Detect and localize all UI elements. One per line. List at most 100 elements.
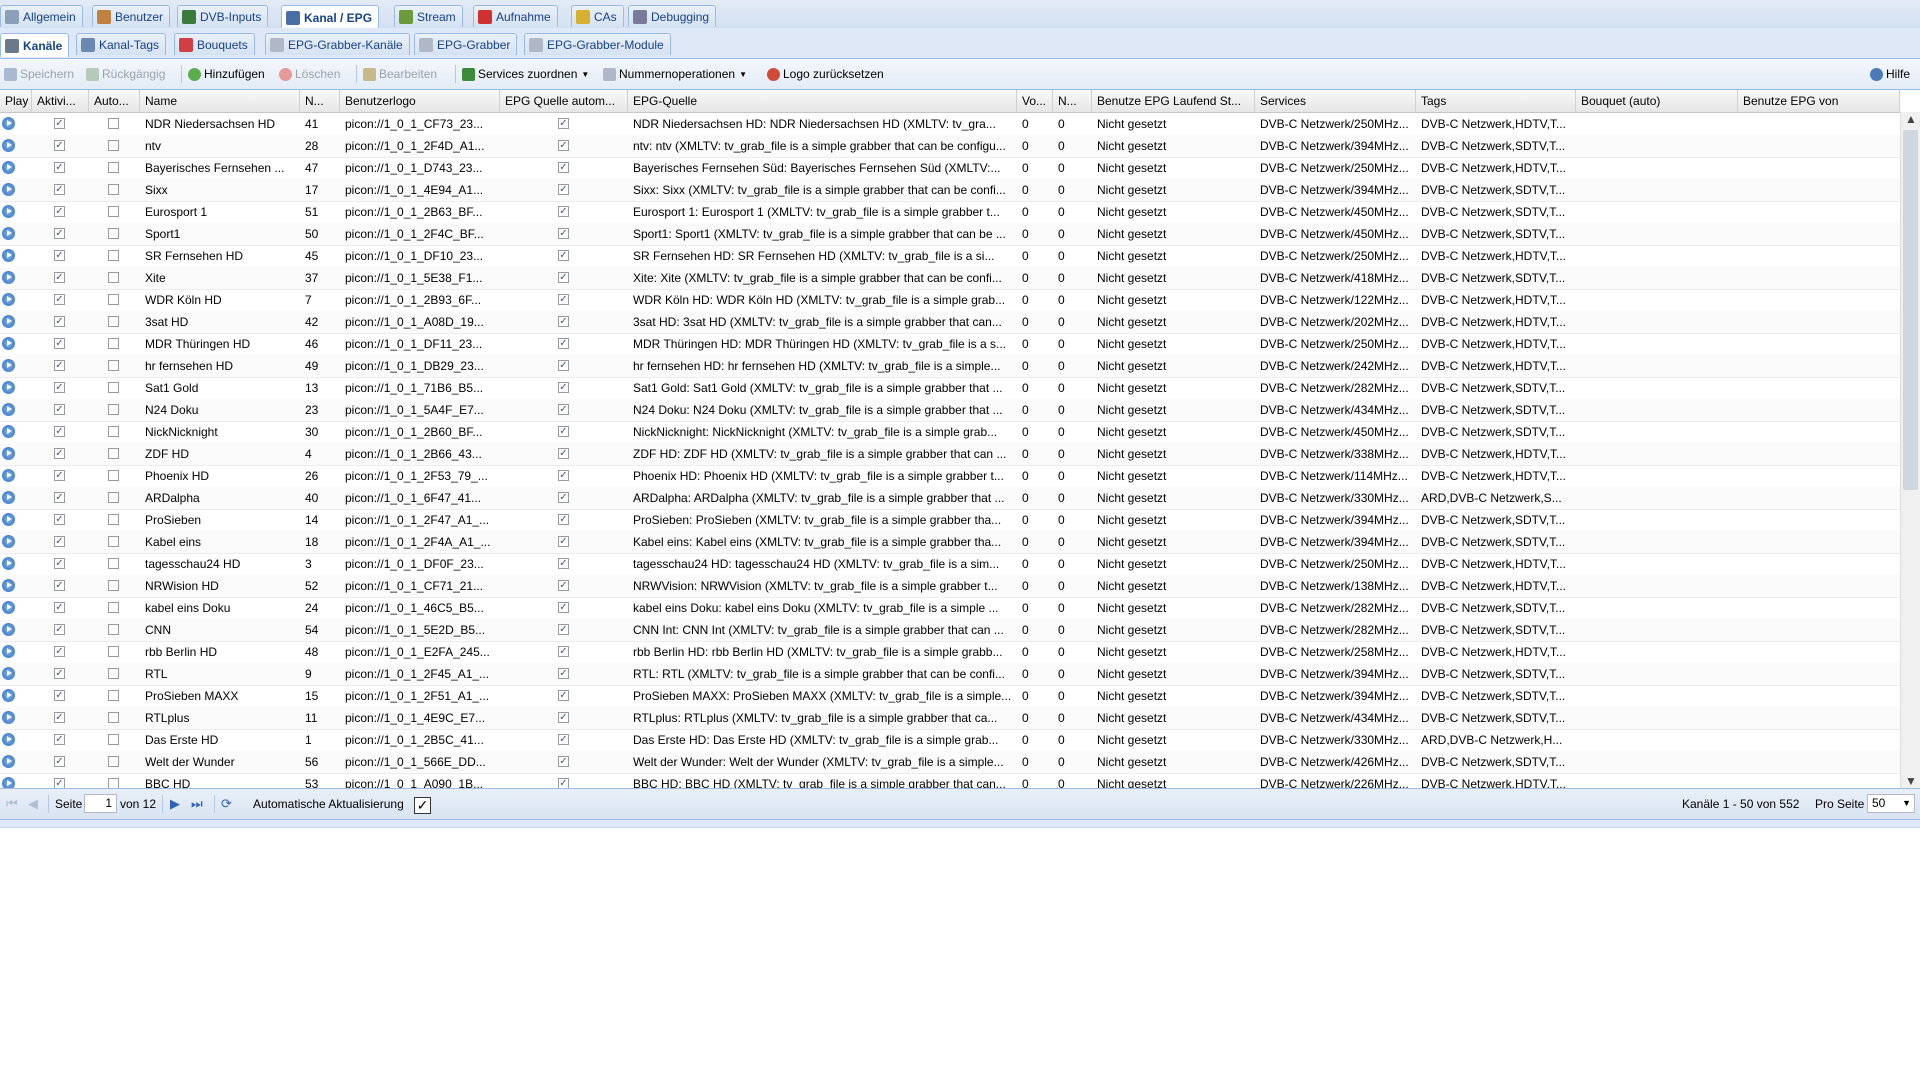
column-header[interactable]: Auto... <box>89 90 140 112</box>
enabled-checkbox[interactable]: ✓ <box>54 514 65 525</box>
scroll-down-icon[interactable]: ▼ <box>1905 774 1917 788</box>
tab-debugging[interactable]: Debugging <box>628 5 717 27</box>
epg-auto-checkbox[interactable]: ✓ <box>558 712 569 723</box>
table-row[interactable]: ✓ tagesschau24 HD 3 picon://1_0_1_DF0F_23..… <box>0 553 1900 576</box>
auto-name-checkbox[interactable] <box>108 206 119 217</box>
first-page-icon[interactable]: ⏮ <box>6 796 18 812</box>
epg-auto-checkbox[interactable]: ✓ <box>558 492 569 503</box>
play-icon[interactable] <box>2 623 15 636</box>
auto-name-checkbox[interactable] <box>108 536 119 547</box>
play-icon[interactable] <box>2 183 15 196</box>
play-icon[interactable] <box>2 227 15 240</box>
auto-name-checkbox[interactable] <box>108 558 119 569</box>
table-row[interactable]: ✓ Eurosport 1 51 picon://1_0_1_2B63_BF... Eu… <box>0 201 1900 224</box>
table-row[interactable]: ✓ Bayerisches Fernsehen ... 47 picon://1_0_… <box>0 157 1900 180</box>
enabled-checkbox[interactable]: ✓ <box>54 184 65 195</box>
enabled-checkbox[interactable]: ✓ <box>54 118 65 129</box>
epg-auto-checkbox[interactable]: ✓ <box>558 734 569 745</box>
enabled-checkbox[interactable]: ✓ <box>54 206 65 217</box>
column-header[interactable]: EPG Quelle autom... <box>500 90 628 112</box>
auto-name-checkbox[interactable] <box>108 404 119 415</box>
epg-auto-checkbox[interactable]: ✓ <box>558 250 569 261</box>
undo-button[interactable]: Rückgängig <box>86 64 165 84</box>
enabled-checkbox[interactable]: ✓ <box>54 536 65 547</box>
auto-name-checkbox[interactable] <box>108 448 119 459</box>
enabled-checkbox[interactable]: ✓ <box>54 294 65 305</box>
number-operations-button[interactable]: Nummernoperationen ▼ <box>603 64 747 84</box>
auto-name-checkbox[interactable] <box>108 778 119 788</box>
enabled-checkbox[interactable]: ✓ <box>54 448 65 459</box>
enabled-checkbox[interactable]: ✓ <box>54 140 65 151</box>
table-row[interactable]: ✓ WDR Köln HD 7 picon://1_0_1_2B93_6F... WDR… <box>0 289 1900 312</box>
column-header[interactable]: N... <box>300 90 340 112</box>
table-row[interactable]: ✓ Xite 37 picon://1_0_1_5E38_F1... Xite: Xit… <box>0 267 1900 290</box>
column-header[interactable]: Vo... <box>1017 90 1053 112</box>
table-row[interactable]: ✓ 3sat HD 42 picon://1_0_1_A08D_19... 3sat H… <box>0 311 1900 334</box>
auto-name-checkbox[interactable] <box>108 580 119 591</box>
epg-auto-checkbox[interactable]: ✓ <box>558 690 569 701</box>
enabled-checkbox[interactable]: ✓ <box>54 338 65 349</box>
table-row[interactable]: ✓ Sixx 17 picon://1_0_1_4E94_A1... Sixx: Six… <box>0 179 1900 202</box>
table-row[interactable]: ✓ RTLplus 11 picon://1_0_1_4E9C_E7... RTLplu… <box>0 707 1900 730</box>
reset-logo-button[interactable]: Logo zurücksetzen <box>767 64 884 84</box>
play-icon[interactable] <box>2 139 15 152</box>
epg-auto-checkbox[interactable]: ✓ <box>558 558 569 569</box>
table-row[interactable]: ✓ RTL 9 picon://1_0_1_2F45_A1_... RTL: RTL (… <box>0 663 1900 686</box>
table-row[interactable]: ✓ SR Fernsehen HD 45 picon://1_0_1_DF10_23.… <box>0 245 1900 268</box>
delete-button[interactable]: Löschen <box>279 64 340 84</box>
epg-auto-checkbox[interactable]: ✓ <box>558 426 569 437</box>
column-header[interactable]: Bouquet (auto) <box>1576 90 1738 112</box>
table-row[interactable]: ✓ ntv 28 picon://1_0_1_2F4D_A1... ntv: ntv (… <box>0 135 1900 158</box>
auto-name-checkbox[interactable] <box>108 756 119 767</box>
tab-kanal-epg[interactable]: Kanal / EPG <box>281 5 380 29</box>
column-header[interactable]: Play <box>0 90 32 112</box>
tab-cas[interactable]: CAs <box>571 5 624 27</box>
table-row[interactable]: ✓ Sat1 Gold 13 picon://1_0_1_71B6_B5... Sat1… <box>0 377 1900 400</box>
auto-name-checkbox[interactable] <box>108 162 119 173</box>
refresh-icon[interactable]: ⟳ <box>221 796 232 812</box>
play-icon[interactable] <box>2 403 15 416</box>
play-icon[interactable] <box>2 513 15 526</box>
column-header[interactable]: Benutze EPG Laufend St... <box>1092 90 1255 112</box>
play-icon[interactable] <box>2 249 15 262</box>
enabled-checkbox[interactable]: ✓ <box>54 382 65 393</box>
play-icon[interactable] <box>2 733 15 746</box>
epg-auto-checkbox[interactable]: ✓ <box>558 294 569 305</box>
auto-name-checkbox[interactable] <box>108 294 119 305</box>
auto-name-checkbox[interactable] <box>108 360 119 371</box>
tab-kanal-tags[interactable]: Kanal-Tags <box>76 33 167 55</box>
epg-auto-checkbox[interactable]: ✓ <box>558 646 569 657</box>
auto-name-checkbox[interactable] <box>108 712 119 723</box>
play-icon[interactable] <box>2 293 15 306</box>
play-icon[interactable] <box>2 601 15 614</box>
play-icon[interactable] <box>2 271 15 284</box>
auto-name-checkbox[interactable] <box>108 624 119 635</box>
enabled-checkbox[interactable]: ✓ <box>54 404 65 415</box>
auto-name-checkbox[interactable] <box>108 250 119 261</box>
play-icon[interactable] <box>2 711 15 724</box>
table-row[interactable]: ✓ Phoenix HD 26 picon://1_0_1_2F53_79_... Ph… <box>0 465 1900 488</box>
auto-refresh-checkbox[interactable]: ✓ <box>414 797 431 814</box>
play-icon[interactable] <box>2 117 15 130</box>
enabled-checkbox[interactable]: ✓ <box>54 712 65 723</box>
column-header[interactable]: Name <box>140 90 300 112</box>
enabled-checkbox[interactable]: ✓ <box>54 624 65 635</box>
epg-auto-checkbox[interactable]: ✓ <box>558 162 569 173</box>
add-button[interactable]: Hinzufügen <box>188 64 265 84</box>
table-row[interactable]: ✓ Sport1 50 picon://1_0_1_2F4C_BF... Sport1:… <box>0 223 1900 246</box>
auto-name-checkbox[interactable] <box>108 228 119 239</box>
auto-name-checkbox[interactable] <box>108 690 119 701</box>
table-row[interactable]: ✓ ZDF HD 4 picon://1_0_1_2B66_43... ZDF HD: … <box>0 443 1900 466</box>
table-row[interactable]: ✓ Kabel eins 18 picon://1_0_1_2F4A_A1_... Ka… <box>0 531 1900 554</box>
epg-auto-checkbox[interactable]: ✓ <box>558 448 569 459</box>
table-row[interactable]: ✓ NRWision HD 52 picon://1_0_1_CF71_21... NR… <box>0 575 1900 598</box>
epg-auto-checkbox[interactable]: ✓ <box>558 228 569 239</box>
table-row[interactable]: ✓ MDR Thüringen HD 46 picon://1_0_1_DF11_23… <box>0 333 1900 356</box>
epg-auto-checkbox[interactable]: ✓ <box>558 382 569 393</box>
tab-allgemein[interactable]: Allgemein <box>0 5 83 27</box>
play-icon[interactable] <box>2 579 15 592</box>
play-icon[interactable] <box>2 491 15 504</box>
play-icon[interactable] <box>2 557 15 570</box>
auto-name-checkbox[interactable] <box>108 426 119 437</box>
table-row[interactable]: ✓ NickNicknight 30 picon://1_0_1_2B60_BF...… <box>0 421 1900 444</box>
